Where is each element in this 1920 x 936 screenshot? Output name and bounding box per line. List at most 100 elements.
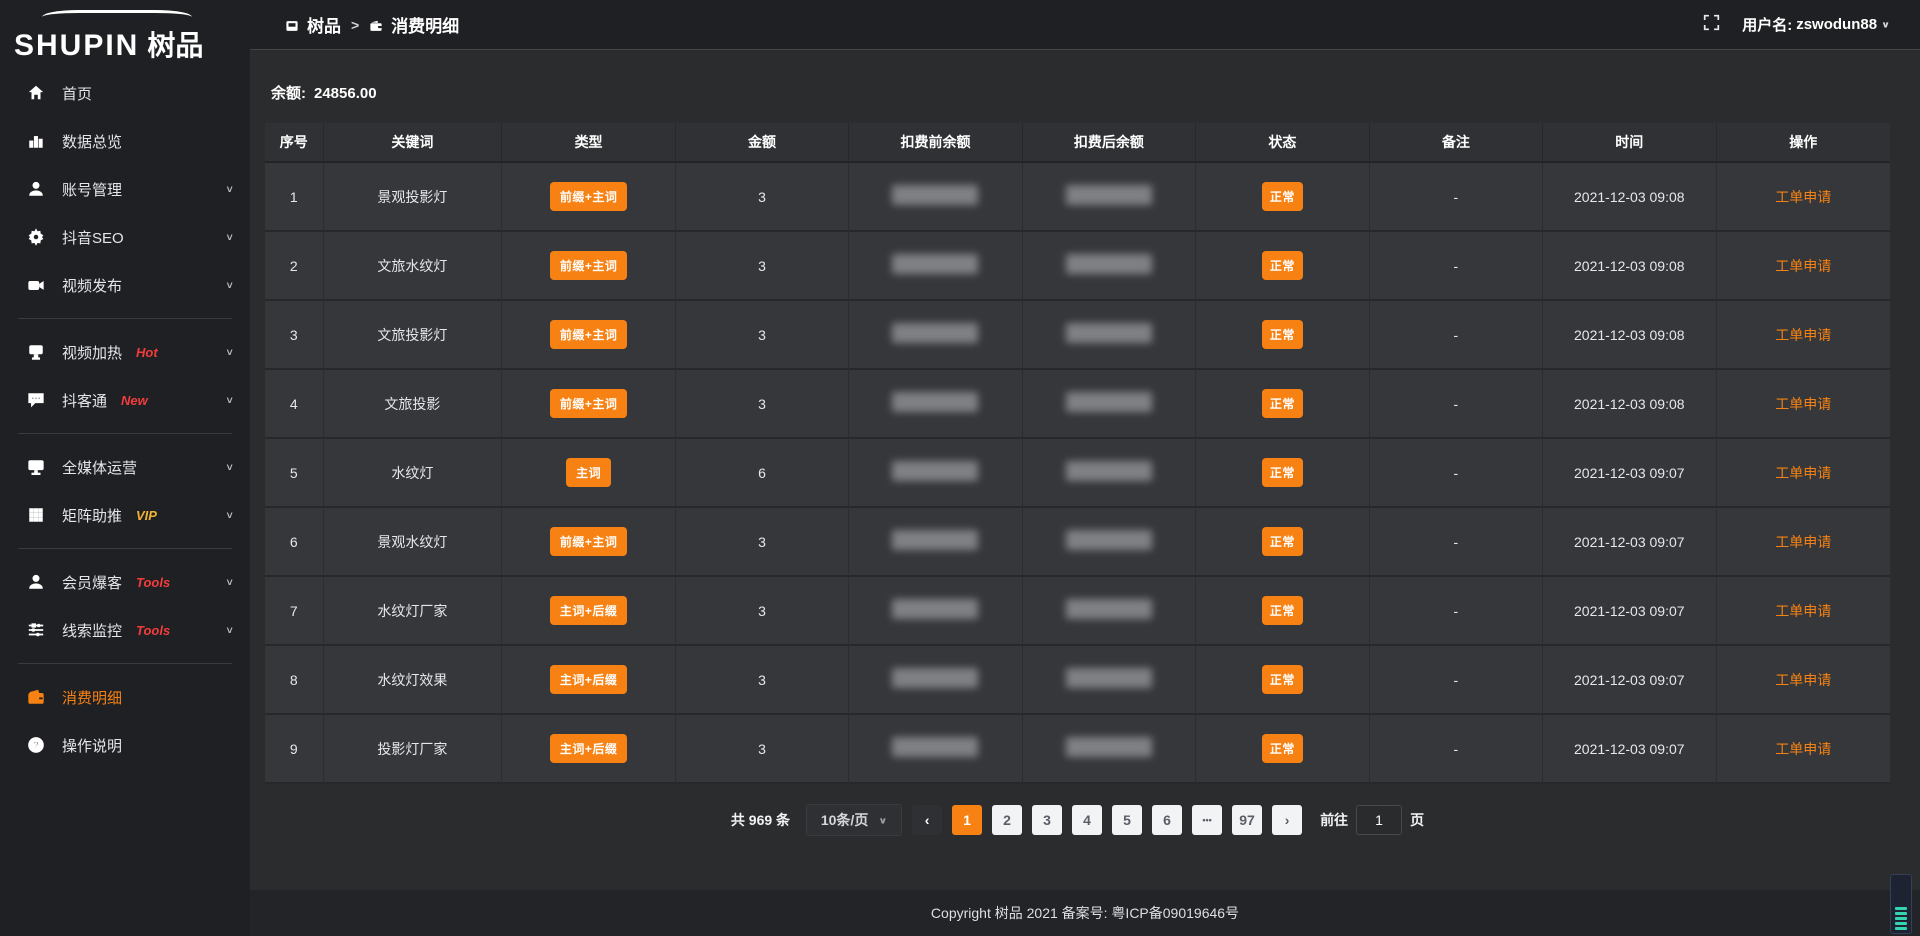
cell-type: 主词+后缀 [502,646,675,715]
work-order-link[interactable]: 工单申请 [1775,258,1831,274]
menu-divider [18,318,232,319]
username-value: zswodun88 [1796,16,1877,33]
cell-no: 2 [265,232,324,301]
topbar: 树品>消费明细 用户名: zswodun88 ∨ [250,0,1920,50]
table-row: 9投影灯厂家主词+后缀3正常-2021-12-03 09:07工单申请 [265,715,1890,784]
work-order-link[interactable]: 工单申请 [1775,672,1831,688]
sidebar-item-tag: Tools [136,575,170,590]
video-icon [26,275,46,295]
cell-keyword: 景观投影灯 [324,163,503,232]
sidebar-item-抖音SEO[interactable]: 抖音SEO∨ [0,214,250,260]
page-jump: 前往 页 [1320,805,1424,835]
sidebar-item-首页[interactable]: 首页 [0,70,250,116]
jump-page-input[interactable] [1356,805,1402,835]
sidebar-item-操作说明[interactable]: ?操作说明 [0,722,250,768]
cell-remark: - [1370,370,1543,439]
sidebar-item-全媒体运营[interactable]: 全媒体运营 ∨ [0,444,250,490]
question-icon: ? [26,735,46,755]
sidebar-item-矩阵助推[interactable]: 矩阵助推VIP∨ [0,492,250,538]
cell-type: 前缀+主词 [502,508,675,577]
cell-status: 正常 [1196,646,1369,715]
sidebar-item-抖客通[interactable]: 抖客通New∨ [0,377,250,423]
column-header-关键词: 关键词 [324,123,503,163]
cell-remark: - [1370,715,1543,784]
work-order-link[interactable]: 工单申请 [1775,189,1831,205]
page-button-97[interactable]: 97 [1232,805,1262,835]
sidebar-item-label: 抖音SEO [62,227,124,248]
page-button-4[interactable]: 4 [1072,805,1102,835]
work-order-link[interactable]: 工单申请 [1775,465,1831,481]
work-order-link[interactable]: 工单申请 [1775,741,1831,757]
sidebar-item-会员爆客[interactable]: 会员爆客Tools∨ [0,559,250,605]
table-row: 6景观水纹灯前缀+主词3正常-2021-12-03 09:07工单申请 [265,508,1890,577]
column-header-金额: 金额 [676,123,849,163]
cell-remark: - [1370,301,1543,370]
cell-remark: - [1370,232,1543,301]
page-button-5[interactable]: 5 [1112,805,1142,835]
cell-remark: - [1370,508,1543,577]
breadcrumb-item[interactable]: 树品 [307,12,341,37]
menu-divider [18,548,232,549]
page-button-2[interactable]: 2 [992,805,1022,835]
chevron-down-icon: ∨ [225,183,234,194]
type-badge: 主词 [566,458,611,487]
cell-time: 2021-12-03 09:08 [1543,301,1716,370]
status-badge: 正常 [1262,458,1303,487]
table-row: 1景观投影灯前缀+主词3正常-2021-12-03 09:08工单申请 [265,163,1890,232]
cell-time: 2021-12-03 09:08 [1543,232,1716,301]
fullscreen-icon[interactable] [1703,14,1720,36]
page-size-select[interactable]: 10条/页 ∨ [806,804,902,836]
corner-widget[interactable] [1890,874,1912,934]
redacted-balance [1066,185,1152,205]
work-order-link[interactable]: 工单申请 [1775,534,1831,550]
cell-action: 工单申请 [1717,232,1890,301]
app-icon [285,18,299,32]
page-button-3[interactable]: 3 [1032,805,1062,835]
column-header-序号: 序号 [265,123,324,163]
cell-keyword: 文旅投影 [324,370,503,439]
page-button-1[interactable]: 1 [952,805,982,835]
sidebar-item-账号管理[interactable]: 账号管理 ∨ [0,166,250,212]
page-size-value: 10条/页 [821,810,868,830]
cell-keyword: 水纹灯 [324,439,503,508]
redacted-balance [1066,323,1152,343]
cell-type: 前缀+主词 [502,163,675,232]
chevron-down-icon: ∨ [225,461,234,472]
redacted-balance [892,668,978,688]
redacted-balance [892,599,978,619]
sidebar-item-数据总览[interactable]: 数据总览 [0,118,250,164]
sidebar-item-视频加热[interactable]: 视频加热Hot∨ [0,329,250,375]
cell-keyword: 文旅投影灯 [324,301,503,370]
table-row: 2文旅水纹灯前缀+主词3正常-2021-12-03 09:08工单申请 [265,232,1890,301]
user-menu[interactable]: 用户名: zswodun88 ∨ [1742,14,1890,35]
work-order-link[interactable]: 工单申请 [1775,603,1831,619]
column-header-类型: 类型 [502,123,675,163]
more-pages-button[interactable]: ••• [1192,805,1222,835]
table-header-row: 序号关键词类型金额扣费前余额扣费后余额状态备注时间操作 [265,123,1890,163]
sidebar-item-线索监控[interactable]: 线索监控Tools∨ [0,607,250,653]
sidebar-item-消费明细[interactable]: 消费明细 [0,674,250,720]
wallet-icon [369,18,383,32]
sidebar-item-label: 全媒体运营 [62,457,137,478]
cell-no: 9 [265,715,324,784]
work-order-link[interactable]: 工单申请 [1775,396,1831,412]
sidebar-item-label: 账号管理 [62,179,122,200]
sidebar-item-label: 抖客通 [62,390,107,411]
sidebar-item-label: 首页 [62,83,92,104]
cell-status: 正常 [1196,715,1369,784]
cell-post_balance [1023,163,1196,232]
cell-status: 正常 [1196,508,1369,577]
sidebar-item-视频发布[interactable]: 视频发布∨ [0,262,250,308]
cell-type: 主词+后缀 [502,715,675,784]
cell-keyword: 投影灯厂家 [324,715,503,784]
page-button-6[interactable]: 6 [1152,805,1182,835]
chevron-down-icon: ∨ [225,624,234,635]
next-page-button[interactable]: › [1272,805,1302,835]
work-order-link[interactable]: 工单申请 [1775,327,1831,343]
prev-page-button[interactable]: ‹ [912,805,942,835]
status-badge: 正常 [1262,665,1303,694]
logo-text-en: SHUPIN [14,29,139,63]
cell-remark: - [1370,439,1543,508]
breadcrumb-item[interactable]: 消费明细 [391,12,459,37]
table-row: 4文旅投影前缀+主词3正常-2021-12-03 09:08工单申请 [265,370,1890,439]
